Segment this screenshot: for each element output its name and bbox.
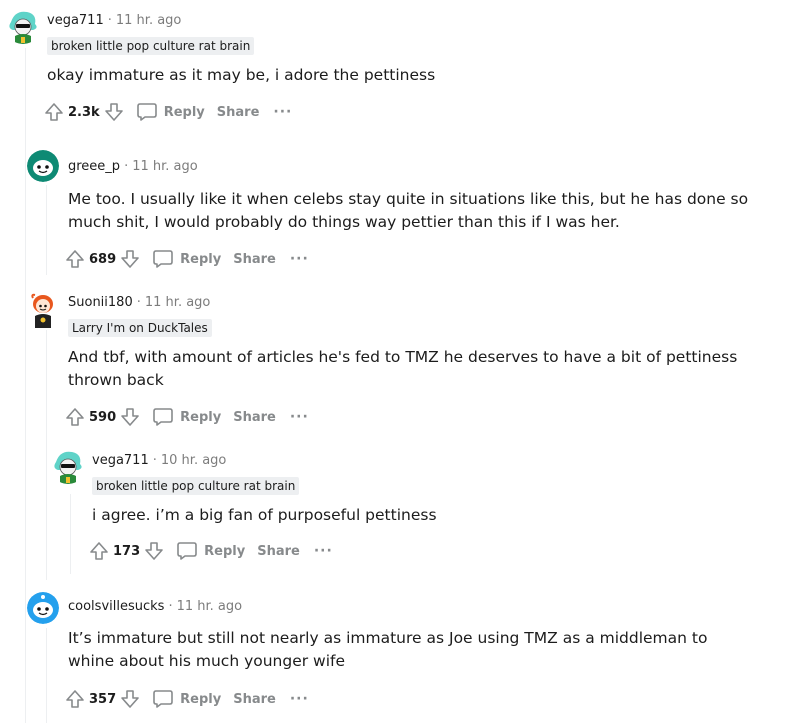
comment-meta: vega711 · 10 hr. ago <box>92 453 226 468</box>
more-options-button[interactable]: ··· <box>314 543 333 559</box>
more-options-button[interactable]: ··· <box>290 251 309 267</box>
avatar[interactable] <box>27 292 59 328</box>
downvote-button[interactable] <box>144 541 164 561</box>
comment-body: And tbf, with amount of articles he's fe… <box>68 348 738 389</box>
reply-button[interactable]: Reply <box>152 688 221 710</box>
reply-button[interactable]: Reply <box>152 248 221 270</box>
upvote-icon <box>66 690 84 708</box>
comment: coolsvillesucks · 11 hr. ago It’s immature… <box>0 585 808 723</box>
downvote-icon <box>121 250 139 268</box>
comment-actions: 689 Reply Share ··· <box>65 247 309 271</box>
reply-label: Reply <box>180 691 222 707</box>
upvote-button[interactable] <box>89 541 109 561</box>
user-flair: Larry I'm on DuckTales <box>68 319 212 337</box>
username[interactable]: coolsvillesucks <box>68 599 164 614</box>
upvote-button[interactable] <box>44 102 64 122</box>
username[interactable]: Suonii180 <box>68 295 133 310</box>
upvote-icon <box>45 103 63 121</box>
upvote-button[interactable] <box>65 407 85 427</box>
avatar[interactable] <box>27 150 59 182</box>
timestamp[interactable]: 11 hr. ago <box>145 295 211 310</box>
vote-score: 357 <box>89 691 117 707</box>
vote-score: 2.3k <box>68 104 100 120</box>
comment-body: i agree. i’m a big fan of purposeful pet… <box>92 506 437 524</box>
comment-meta: Suonii180 · 11 hr. ago <box>68 295 210 310</box>
downvote-icon <box>121 690 139 708</box>
share-button[interactable]: Share <box>233 692 276 707</box>
reply-button[interactable]: Reply <box>176 540 245 562</box>
separator-dot: · <box>152 453 157 468</box>
comment-meta: greee_p · 11 hr. ago <box>68 159 198 174</box>
avatar[interactable] <box>5 8 41 44</box>
share-button[interactable]: Share <box>233 252 276 267</box>
comment-bubble-icon <box>153 250 173 268</box>
upvote-icon <box>90 542 108 560</box>
timestamp[interactable]: 10 hr. ago <box>161 453 227 468</box>
downvote-button[interactable] <box>120 689 140 709</box>
more-options-button[interactable]: ··· <box>290 409 309 425</box>
more-options-button[interactable]: ··· <box>273 104 292 120</box>
more-options-button[interactable]: ··· <box>290 691 309 707</box>
reply-label: Reply <box>180 409 222 425</box>
vote-score: 689 <box>89 251 117 267</box>
upvote-icon <box>66 408 84 426</box>
username[interactable]: vega711 <box>47 13 104 28</box>
reply-button[interactable]: Reply <box>136 101 205 123</box>
comment-bubble-icon <box>153 690 173 708</box>
upvote-button[interactable] <box>65 689 85 709</box>
reply-label: Reply <box>204 543 246 559</box>
timestamp[interactable]: 11 hr. ago <box>116 13 182 28</box>
avatar[interactable] <box>50 448 86 484</box>
comment: Suonii180 · 11 hr. ago Larry I'm on DuckTa… <box>0 285 808 435</box>
share-button[interactable]: Share <box>217 105 260 120</box>
comment-actions: 590 Reply Share ··· <box>65 405 309 429</box>
comment-bubble-icon <box>136 103 157 121</box>
user-flair: broken little pop culture rat brain <box>47 37 255 55</box>
avatar[interactable] <box>27 592 59 624</box>
reply-label: Reply <box>163 104 205 120</box>
comment: vega711 · 10 hr. ago broken little pop cul… <box>0 440 808 580</box>
comment-actions: 173 Reply Share ··· <box>89 539 333 563</box>
username[interactable]: greee_p <box>68 159 120 174</box>
separator-dot: · <box>107 13 112 28</box>
share-button[interactable]: Share <box>257 544 300 559</box>
comment-actions: 357 Reply Share ··· <box>65 687 309 711</box>
downvote-icon <box>121 408 139 426</box>
separator-dot: · <box>124 159 129 174</box>
comment: vega711 · 11 hr. ago broken little pop cul… <box>0 0 808 130</box>
vote-score: 590 <box>89 409 117 425</box>
comment-meta: coolsvillesucks · 11 hr. ago <box>68 599 242 614</box>
downvote-icon <box>145 542 163 560</box>
comment-actions: 2.3k Reply Share ··· <box>44 100 292 124</box>
downvote-button[interactable] <box>104 102 124 122</box>
separator-dot: · <box>168 599 173 614</box>
downvote-icon <box>104 103 123 121</box>
downvote-button[interactable] <box>120 249 140 269</box>
timestamp[interactable]: 11 hr. ago <box>177 599 243 614</box>
username[interactable]: vega711 <box>92 453 149 468</box>
comment-body: Me too. I usually like it when celebs st… <box>68 190 749 231</box>
downvote-button[interactable] <box>120 407 140 427</box>
comment-meta: vega711 · 11 hr. ago <box>47 13 181 28</box>
upvote-button[interactable] <box>65 249 85 269</box>
timestamp[interactable]: 11 hr. ago <box>132 159 198 174</box>
comment-bubble-icon <box>177 542 197 560</box>
comment: greee_p · 11 hr. ago Me too. I usually lik… <box>0 140 808 280</box>
share-button[interactable]: Share <box>233 410 276 425</box>
comment-body: It’s immature but still not nearly as im… <box>68 629 708 670</box>
reply-label: Reply <box>180 251 222 267</box>
reply-button[interactable]: Reply <box>152 406 221 428</box>
comment-bubble-icon <box>153 408 173 426</box>
vote-score: 173 <box>113 543 141 559</box>
comment-body: okay immature as it may be, i adore the … <box>47 66 436 84</box>
upvote-icon <box>66 250 84 268</box>
user-flair: broken little pop culture rat brain <box>92 477 300 495</box>
separator-dot: · <box>136 295 141 310</box>
